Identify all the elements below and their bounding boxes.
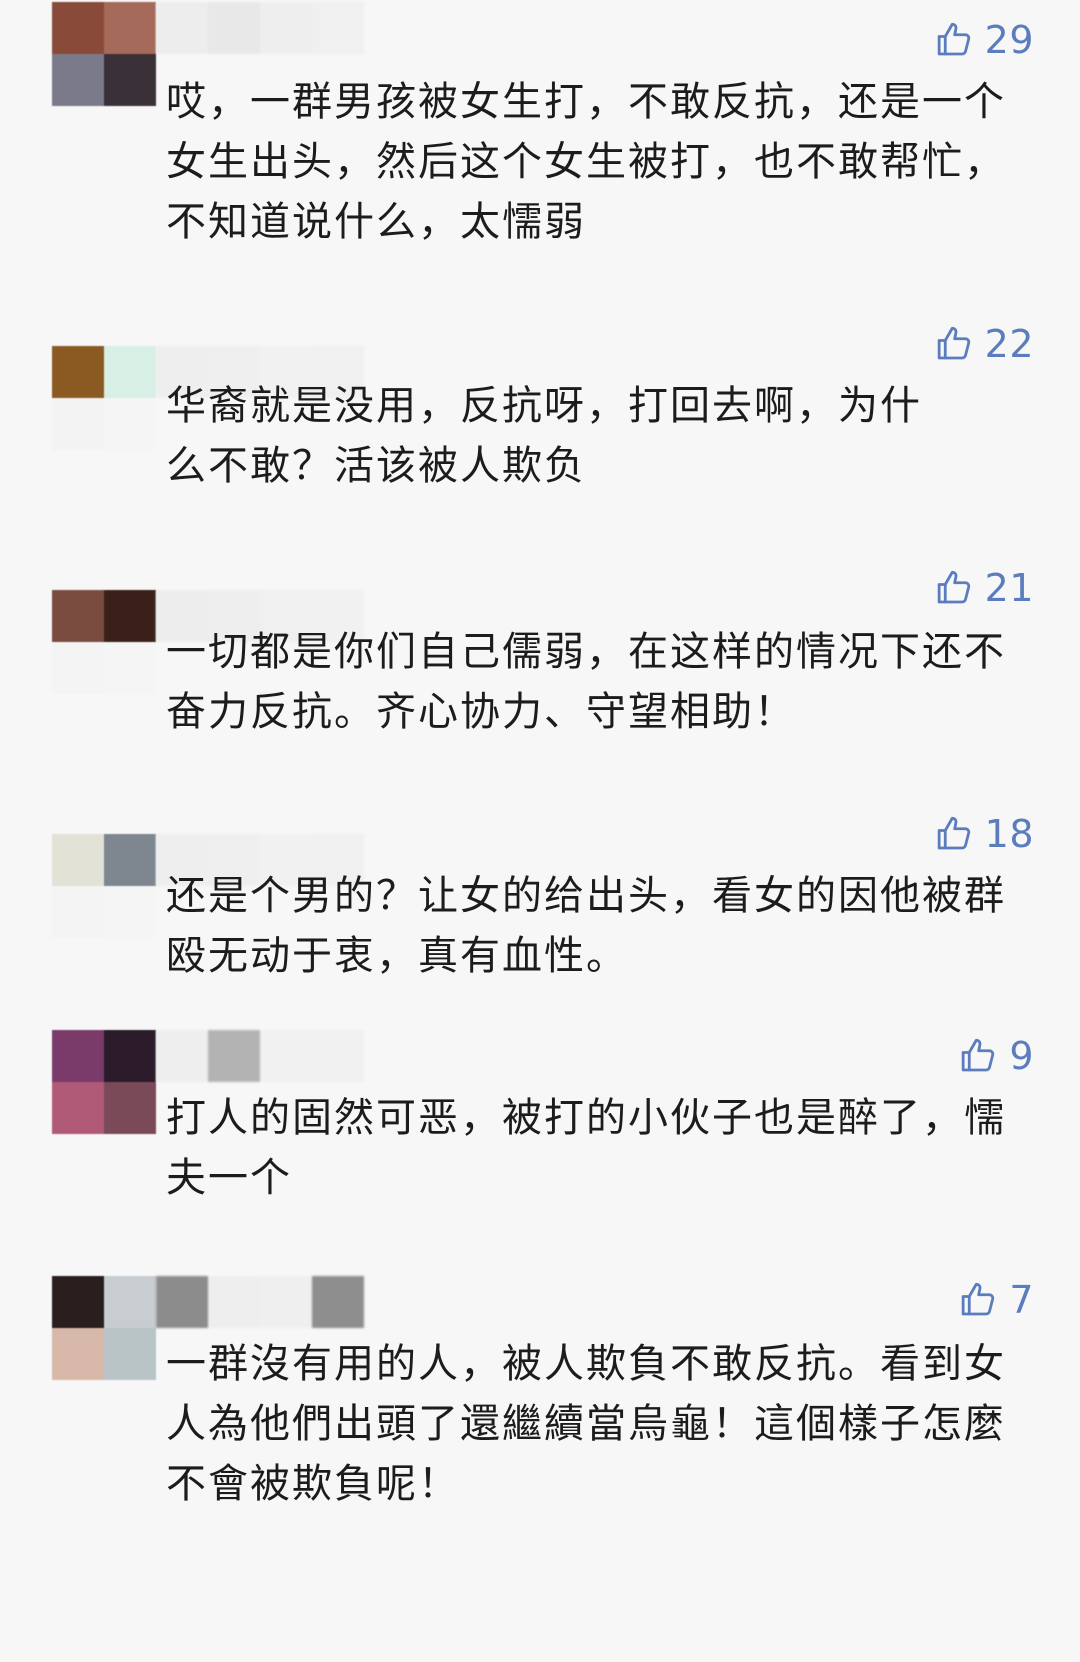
avatar-pixel bbox=[104, 398, 156, 450]
username-blurred[interactable] bbox=[156, 2, 364, 54]
like-count: 22 bbox=[984, 322, 1034, 366]
thumbs-up-icon[interactable] bbox=[957, 1035, 999, 1077]
avatar-pixel bbox=[52, 398, 104, 450]
username-pixel bbox=[208, 1030, 260, 1082]
avatar[interactable] bbox=[52, 1030, 156, 1134]
avatar-pixel bbox=[52, 1082, 104, 1134]
like-button[interactable]: 7 bbox=[957, 1278, 1034, 1322]
like-count: 21 bbox=[984, 566, 1034, 610]
username-pixel bbox=[156, 1030, 208, 1082]
username-pixel bbox=[156, 1276, 208, 1328]
avatar-pixel bbox=[104, 590, 156, 642]
username-pixel bbox=[260, 1276, 312, 1328]
thumbs-up-icon[interactable] bbox=[933, 567, 975, 609]
like-count: 18 bbox=[984, 812, 1034, 856]
avatar-pixel bbox=[52, 590, 104, 642]
comment-text: 还是个男的？让女的给出头，看女的因他被群殴无动于衷，真有血性。 bbox=[166, 873, 1006, 979]
avatar-pixel bbox=[52, 346, 104, 398]
username-pixel bbox=[260, 2, 312, 54]
comment-text: 哎，一群男孩被女生打，不敢反抗，还是一个女生出头，然后这个女生被打，也不敢帮忙，… bbox=[166, 79, 1006, 245]
avatar-pixel bbox=[52, 1276, 104, 1328]
avatar[interactable] bbox=[52, 1276, 156, 1380]
comment-list: 29 哎，一群男孩被女生打，不敢反抗，还是一个女生出头，然后这个女生被打，也不敢帮… bbox=[0, 0, 1080, 1662]
avatar-pixel bbox=[104, 1030, 156, 1082]
username-pixel bbox=[156, 2, 208, 54]
avatar-pixel bbox=[52, 54, 104, 106]
thumbs-up-icon[interactable] bbox=[957, 1279, 999, 1321]
like-count: 9 bbox=[1009, 1034, 1034, 1078]
thumbs-up-icon[interactable] bbox=[933, 19, 975, 61]
avatar-pixel bbox=[104, 642, 156, 694]
avatar-pixel bbox=[104, 834, 156, 886]
avatar-pixel bbox=[52, 834, 104, 886]
thumbs-up-icon[interactable] bbox=[933, 323, 975, 365]
avatar-pixel bbox=[104, 1082, 156, 1134]
like-button[interactable]: 9 bbox=[957, 1034, 1034, 1078]
avatar[interactable] bbox=[52, 834, 156, 938]
like-count: 29 bbox=[984, 18, 1034, 62]
username-pixel bbox=[208, 1276, 260, 1328]
thumbs-up-icon[interactable] bbox=[933, 813, 975, 855]
like-button[interactable]: 22 bbox=[933, 322, 1034, 366]
username-pixel bbox=[312, 2, 364, 54]
avatar-pixel bbox=[52, 886, 104, 938]
avatar-pixel bbox=[104, 2, 156, 54]
username-blurred[interactable] bbox=[156, 1030, 364, 1082]
avatar-pixel bbox=[104, 1276, 156, 1328]
avatar-pixel bbox=[52, 1328, 104, 1380]
username-pixel bbox=[260, 1030, 312, 1082]
like-button[interactable]: 29 bbox=[933, 18, 1034, 62]
comment-text: 华裔就是没用，反抗呀，打回去啊，为什 么不敢？活该被人欺负 bbox=[166, 383, 922, 489]
avatar[interactable] bbox=[52, 346, 156, 450]
comment-text: 一群沒有用的人，被人欺負不敢反抗。看到女人為他們出頭了還繼續當烏龜！這個樣子怎麼… bbox=[166, 1341, 1006, 1507]
like-button[interactable]: 21 bbox=[933, 566, 1034, 610]
username-pixel bbox=[312, 1276, 364, 1328]
avatar-pixel bbox=[104, 1328, 156, 1380]
avatar-pixel bbox=[104, 346, 156, 398]
like-button[interactable]: 18 bbox=[933, 812, 1034, 856]
avatar-pixel bbox=[104, 886, 156, 938]
avatar-pixel bbox=[104, 54, 156, 106]
avatar-pixel bbox=[52, 2, 104, 54]
avatar[interactable] bbox=[52, 2, 156, 106]
username-pixel bbox=[312, 1030, 364, 1082]
avatar[interactable] bbox=[52, 590, 156, 694]
username-blurred[interactable] bbox=[156, 1276, 364, 1328]
avatar-pixel bbox=[52, 642, 104, 694]
comment-text: 打人的固然可恶，被打的小伙子也是醉了，懦夫一个 bbox=[166, 1095, 1006, 1201]
username-pixel bbox=[208, 2, 260, 54]
comment-text: 一切都是你们自己儒弱，在这样的情况下还不奋力反抗。齐心协力、守望相助！ bbox=[166, 629, 1006, 735]
like-count: 7 bbox=[1009, 1278, 1034, 1322]
avatar-pixel bbox=[52, 1030, 104, 1082]
